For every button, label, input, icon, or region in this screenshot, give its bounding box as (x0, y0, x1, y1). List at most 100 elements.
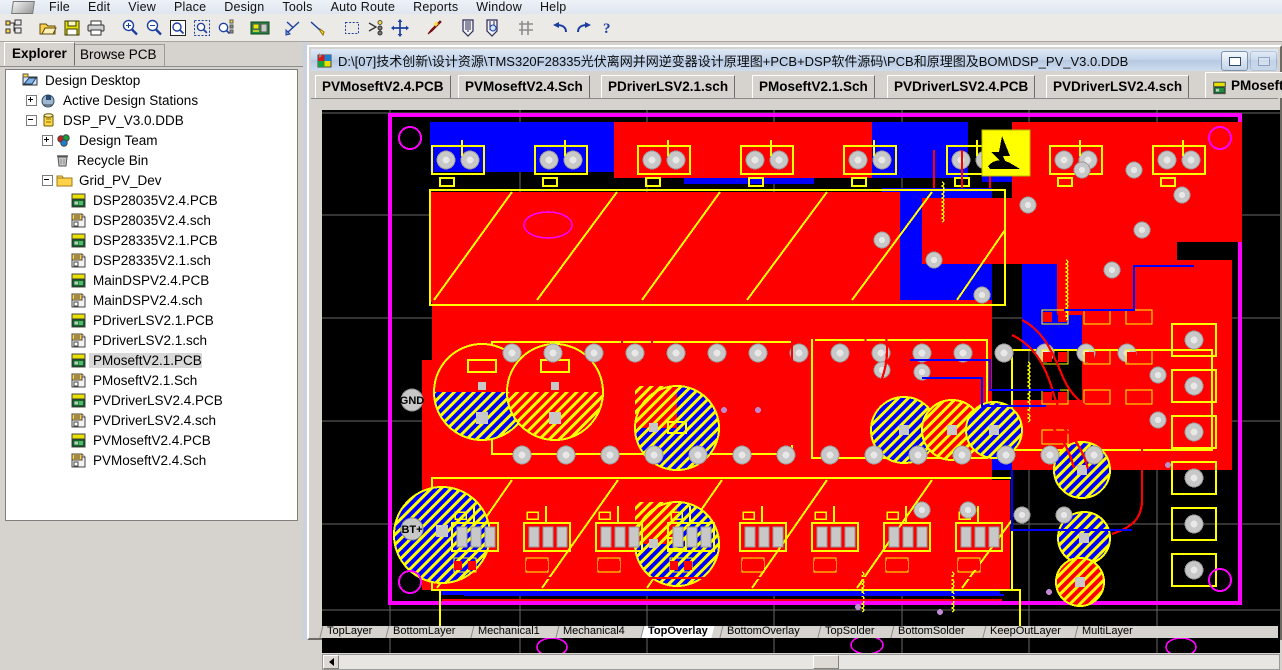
document-tab-label: PVDriverLSV2.4.sch (1053, 79, 1183, 94)
view-component-icon[interactable] (456, 16, 480, 40)
move-icon[interactable] (388, 16, 412, 40)
layer-tab-topoverlay[interactable]: TopOverlay (640, 626, 715, 638)
application-system-icon[interactable] (0, 0, 40, 14)
undo-icon[interactable] (548, 16, 572, 40)
cut-icon[interactable] (282, 16, 306, 40)
document-tab-pvmoseftv2-4-pcb[interactable]: PVMoseftV2.4.PCB (315, 75, 451, 98)
document-tab-pvmoseftv2-4-sch[interactable]: PVMoseftV2.4.Sch (458, 75, 590, 98)
tree-item-label: DSP28335V2.1.sch (93, 252, 211, 268)
tree-item-label: DSP28035V2.4.sch (93, 212, 211, 228)
document-tab-pvdriverlsv2-4-sch[interactable]: PVDriverLSV2.4.sch (1046, 75, 1190, 98)
open-file-icon[interactable] (36, 16, 60, 40)
tree-item-dsp28335v2-1-pcb[interactable]: DSP28335V2.1.PCB (6, 230, 297, 250)
collapse-node-icon[interactable] (26, 114, 37, 126)
layer-tab-multilayer[interactable]: MultiLayer (1074, 626, 1140, 638)
layer-tab-bottomsolder[interactable]: BottomSolder (890, 626, 972, 638)
scroll-thumb[interactable] (813, 655, 839, 669)
restore-window-button[interactable] (1221, 51, 1248, 71)
tree-item-pvmoseftv2-4-pcb[interactable]: PVMoseftV2.4.PCB (6, 430, 297, 450)
tree-item-design-desktop[interactable]: Design Desktop (6, 70, 297, 90)
help-icon[interactable]: ? (596, 16, 620, 40)
tree-item-recycle-bin[interactable]: Recycle Bin (6, 150, 297, 170)
tree-item-pvdriverlsv2-4-pcb[interactable]: PVDriverLSV2.4.PCB (6, 390, 297, 410)
menu-item-help[interactable]: Help (531, 1, 576, 14)
menu-item-edit[interactable]: Edit (79, 1, 119, 14)
expand-node-icon[interactable] (42, 134, 53, 146)
horizontal-scrollbar[interactable] (322, 654, 1280, 670)
tree-item-active-design-stations[interactable]: Active Design Stations (6, 90, 297, 110)
menu-item-tools[interactable]: Tools (273, 1, 321, 14)
sch-icon (70, 453, 87, 468)
menu-bar: File Edit View Place Design Tools Auto R… (0, 0, 1282, 14)
sch-icon (70, 213, 87, 228)
document-title-bar[interactable]: D:\[07]技术创新\设计资源\TMS320F28335光伏离网并网逆变器设计… (311, 49, 1278, 71)
paste-icon[interactable] (306, 16, 330, 40)
tree-item-pdriverlsv2-1-sch[interactable]: PDriverLSV2.1.sch (6, 330, 297, 350)
find-component-icon[interactable] (480, 16, 504, 40)
tree-item-pvmoseftv2-4-sch[interactable]: PVMoseftV2.4.Sch (6, 450, 297, 470)
select-area-icon[interactable] (340, 16, 364, 40)
menu-item-file[interactable]: File (40, 1, 79, 14)
tree-item-pmoseftv2-1-sch[interactable]: PMoseftV2.1.Sch (6, 370, 297, 390)
toggle-grid-icon[interactable] (514, 16, 538, 40)
tree-item-dsp-pv-v3-0-ddb[interactable]: DSP_PV_V3.0.DDB (6, 110, 297, 130)
expand-node-icon[interactable] (26, 94, 37, 106)
sch-icon (70, 293, 87, 308)
maximize-window-button[interactable] (1250, 51, 1277, 71)
zoom-document-icon[interactable] (166, 16, 190, 40)
redo-icon[interactable] (572, 16, 596, 40)
pcb-canvas[interactable]: GND BT+ (322, 110, 1280, 653)
document-tab-pmoseftv2-1-pcb[interactable]: PMoseftV2.1.PCB (1205, 72, 1282, 98)
layer-tab-label: KeepOutLayer (990, 626, 1061, 637)
zoom-in-icon[interactable] (118, 16, 142, 40)
layer-tab-keepoutlayer[interactable]: KeepOutLayer (982, 626, 1068, 638)
deselect-icon[interactable] (364, 16, 388, 40)
sch-icon (70, 333, 87, 348)
tree-item-pdriverlsv2-1-pcb[interactable]: PDriverLSV2.1.PCB (6, 310, 297, 330)
collapse-node-icon[interactable] (42, 174, 53, 186)
tree-item-design-team[interactable]: Design Team (6, 130, 297, 150)
layer-tab-mechanical1[interactable]: Mechanical1 (470, 626, 547, 638)
browse-documents-icon[interactable] (2, 16, 26, 40)
zoom-selected-icon[interactable] (214, 16, 238, 40)
label-gnd: GND (400, 395, 425, 407)
zoom-out-icon[interactable] (142, 16, 166, 40)
layer-tab-toplayer[interactable]: TopLayer (319, 626, 379, 638)
save-icon[interactable] (60, 16, 84, 40)
tree-item-dsp28035v2-4-pcb[interactable]: DSP28035V2.4.PCB (6, 190, 297, 210)
document-tab-pdriverlsv2-1-sch[interactable]: PDriverLSV2.1.sch (601, 75, 736, 98)
menu-item-window[interactable]: Window (467, 1, 531, 14)
tree-item-pmoseftv2-1-pcb[interactable]: PMoseftV2.1.PCB (6, 350, 297, 370)
layer-tab-label: Mechanical1 (478, 626, 540, 637)
menu-item-auto-route[interactable]: Auto Route (322, 1, 405, 14)
tree-item-label: Recycle Bin (77, 152, 149, 168)
menu-item-design[interactable]: Design (215, 1, 273, 14)
highlight-net-icon[interactable] (422, 16, 446, 40)
print-icon[interactable] (84, 16, 108, 40)
tree-item-maindspv2-4-sch[interactable]: MainDSPV2.4.sch (6, 290, 297, 310)
design-explorer-tree[interactable]: Design Desktop Active Design Stations DSP_… (5, 69, 298, 521)
document-tab-pmoseftv2-1-sch[interactable]: PMoseftV2.1.Sch (752, 75, 875, 98)
menu-item-place[interactable]: Place (165, 1, 215, 14)
tree-item-pvdriverlsv2-4-sch[interactable]: PVDriverLSV2.4.sch (6, 410, 297, 430)
tab-explorer[interactable]: Explorer (4, 42, 75, 66)
tree-item-maindspv2-4-pcb[interactable]: MainDSPV2.4.PCB (6, 270, 297, 290)
menu-item-reports[interactable]: Reports (404, 1, 467, 14)
layer-tab-bottomoverlay[interactable]: BottomOverlay (719, 626, 807, 638)
pcb-board-icon[interactable] (248, 16, 272, 40)
tree-item-dsp28335v2-1-sch[interactable]: DSP28335V2.1.sch (6, 250, 297, 270)
layer-tab-mechanical4[interactable]: Mechanical4 (555, 626, 632, 638)
tree-item-dsp28035v2-4-sch[interactable]: DSP28035V2.4.sch (6, 210, 297, 230)
layer-tab-topsolder[interactable]: TopSolder (817, 626, 882, 638)
zoom-area-icon[interactable] (190, 16, 214, 40)
sch-icon (70, 413, 87, 428)
tree-item-label: MainDSPV2.4.PCB (93, 272, 210, 288)
scroll-left-button[interactable] (323, 655, 339, 669)
document-tab-pvdriverlsv2-4-pcb[interactable]: PVDriverLSV2.4.PCB (887, 75, 1036, 98)
menu-item-view[interactable]: View (119, 1, 165, 14)
tree-item-grid-pv-dev[interactable]: Grid_PV_Dev (6, 170, 297, 190)
layer-tab-bottomlayer[interactable]: BottomLayer (385, 626, 462, 638)
tree-item-label: PDriverLSV2.1.sch (93, 332, 208, 348)
label-bt-plus: BT+ (401, 524, 422, 536)
tab-browse-pcb[interactable]: Browse PCB (72, 44, 165, 66)
